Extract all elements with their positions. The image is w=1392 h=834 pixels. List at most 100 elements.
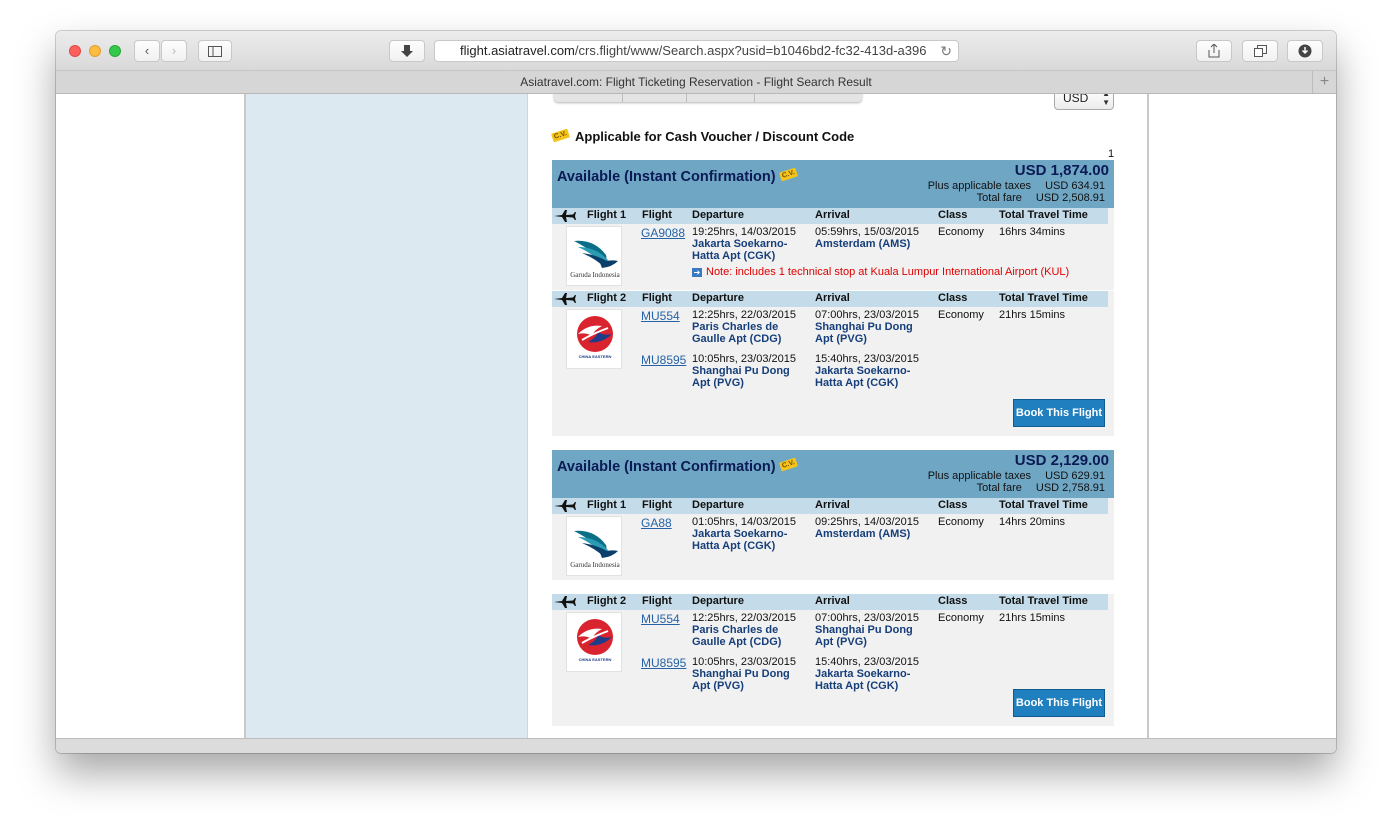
downloads-extension-button[interactable] <box>389 40 425 62</box>
arrival-cell: 05:59hrs, 15/03/2015 Amsterdam (AMS) <box>815 226 930 250</box>
tab-title[interactable]: Asiatravel.com: Flight Ticketing Reserva… <box>520 75 871 89</box>
arrival-cell: 15:40hrs, 23/03/2015 Jakarta Soekarno-Hat… <box>815 656 930 692</box>
filter-sidebar <box>246 94 528 738</box>
col-flight: Flight <box>642 209 672 221</box>
base-price: USD 2,129.00 <box>1014 452 1109 469</box>
col-class: Class <box>938 292 968 304</box>
zoom-window-button[interactable] <box>109 45 121 57</box>
col-flight: Flight <box>642 595 672 607</box>
flight-number-link[interactable]: MU8595 <box>641 656 686 670</box>
departure-time: 10:05hrs, 23/03/2015 <box>692 656 796 668</box>
status-bar <box>56 738 1336 753</box>
flight-number-link[interactable]: GA9088 <box>641 226 685 240</box>
cv-badge-icon: C.V. <box>551 128 570 143</box>
availability-status: Available (Instant Confirmation) C.V. <box>557 167 798 185</box>
arrow-right-icon: ➔ <box>692 268 702 277</box>
minimize-window-button[interactable] <box>89 45 101 57</box>
arrival-airport: Jakarta Soekarno-Hatta Apt (CGK) <box>815 668 911 692</box>
flight-result-card: Available (Instant Confirmation) C.V. USD … <box>552 450 1114 726</box>
flight-number-link[interactable]: MU554 <box>641 309 680 323</box>
flight-number-link[interactable]: GA88 <box>641 516 672 530</box>
leg-body: Garuda Indonesia GA9088 19:25hrs, 14/03/20… <box>552 224 1114 290</box>
airline-logo: Garuda Indonesia <box>566 226 622 286</box>
address-bar[interactable]: flight.asiatravel.com/crs.flight/www/Sea… <box>434 40 959 62</box>
technical-stop-note: ➔ Note: includes 1 technical stop at Kual… <box>692 266 1069 278</box>
departure-cell: 01:05hrs, 14/03/2015 Jakarta Soekarno-Hat… <box>692 516 807 552</box>
cv-badge-icon: C.V. <box>778 167 798 182</box>
plane-icon <box>554 596 576 608</box>
total-fare-label: Total fare <box>976 192 1022 204</box>
plane-icon <box>554 500 576 512</box>
flight-number-link[interactable]: MU554 <box>641 612 680 626</box>
travel-class: Economy <box>938 309 984 321</box>
downloads-button[interactable] <box>1287 40 1323 62</box>
download-arrow-icon <box>401 45 413 57</box>
plane-icon <box>554 293 576 305</box>
share-icon <box>1208 43 1220 58</box>
sidebar-icon <box>208 46 222 57</box>
voucher-notice: C.V. Applicable for Cash Voucher / Discou… <box>551 128 854 144</box>
departure-airport: Jakarta Soekarno-Hatta Apt (CGK) <box>692 528 788 552</box>
arrival-airport: Jakarta Soekarno-Hatta Apt (CGK) <box>815 365 911 389</box>
back-button[interactable]: ‹ <box>134 40 160 62</box>
col-travel-time: Total Travel Time <box>999 209 1088 221</box>
departure-time: 12:25hrs, 22/03/2015 <box>692 612 796 624</box>
sidebar-toggle-button[interactable] <box>198 40 232 62</box>
availability-status: Available (Instant Confirmation) C.V. <box>557 457 798 475</box>
col-class: Class <box>938 209 968 221</box>
departure-cell: 12:25hrs, 22/03/2015 Paris Charles de Gau… <box>692 309 807 345</box>
col-arrival: Arrival <box>815 499 850 511</box>
leg-body: CHINA EASTERN MU554 12:25hrs, 22/03/2015 Pa… <box>552 610 1114 698</box>
taxes-amount: USD 634.91 <box>1045 180 1105 192</box>
reload-icon[interactable]: ↻ <box>937 41 952 61</box>
share-button[interactable] <box>1196 40 1232 62</box>
flight-result-card: Available (Instant Confirmation) C.V. USD … <box>552 160 1114 436</box>
total-fare-line: Total fare USD 2,758.91 <box>977 482 1105 494</box>
col-flight: Flight <box>642 499 672 511</box>
tab-bar: Asiatravel.com: Flight Ticketing Reserva… <box>56 71 1336 94</box>
currency-select[interactable]: USD ▲▼ <box>1054 94 1114 110</box>
leg-title: Flight 2 <box>587 292 627 304</box>
tabs-icon <box>1253 45 1267 57</box>
arrival-airport: Amsterdam (AMS) <box>815 238 911 250</box>
arrival-cell: 09:25hrs, 14/03/2015 Amsterdam (AMS) <box>815 516 930 540</box>
book-this-flight-button[interactable]: Book This Flight <box>1013 689 1105 717</box>
select-arrows-icon: ▲▼ <box>1102 94 1110 107</box>
airline-logo: Garuda Indonesia <box>566 516 622 576</box>
taxes-amount: USD 629.91 <box>1045 470 1105 482</box>
airline-name: Garuda Indonesia <box>570 561 620 569</box>
new-tab-button[interactable]: + <box>1312 71 1336 93</box>
airline-name: CHINA EASTERN <box>578 354 612 359</box>
departure-airport: Jakarta Soekarno-Hatta Apt (CGK) <box>692 238 788 262</box>
flight-number-link[interactable]: MU8595 <box>641 353 686 367</box>
availability-text: Available (Instant Confirmation) <box>557 459 776 475</box>
arrival-airport: Amsterdam (AMS) <box>815 528 911 540</box>
arrival-cell: 07:00hrs, 23/03/2015 Shanghai Pu Dong Apt… <box>815 309 930 345</box>
tabs-overview-button[interactable] <box>1242 40 1278 62</box>
url-path: /crs.flight/www/Search.aspx?usid=b1046bd… <box>574 43 927 58</box>
leg-header: Flight 2 Flight Departure Arrival Class Total… <box>552 291 1108 307</box>
col-departure: Departure <box>692 292 744 304</box>
arrival-airport: Shanghai Pu Dong Apt (PVG) <box>815 321 913 345</box>
col-departure: Departure <box>692 499 744 511</box>
travel-class: Economy <box>938 516 984 528</box>
close-window-button[interactable] <box>69 45 81 57</box>
taxes-line: Plus applicable taxes USD 629.91 <box>928 470 1105 482</box>
book-this-flight-button[interactable]: Book This Flight <box>1013 399 1105 427</box>
results-panel: USD ▲▼ C.V. Applicable for Cash Voucher / … <box>528 94 1147 738</box>
sort-tabs[interactable] <box>554 94 862 102</box>
taxes-line: Plus applicable taxes USD 634.91 <box>928 180 1105 192</box>
travel-class: Economy <box>938 226 984 238</box>
total-fare-label: Total fare <box>976 482 1022 494</box>
airline-name: Garuda Indonesia <box>570 271 620 279</box>
departure-cell: 12:25hrs, 22/03/2015 Paris Charles de Gau… <box>692 612 807 648</box>
airline-name: CHINA EASTERN <box>578 657 612 662</box>
note-text: Note: includes 1 technical stop at Kuala… <box>706 266 1070 278</box>
leg-header: Flight 2 Flight Departure Arrival Class Total… <box>552 594 1108 610</box>
departure-time: 12:25hrs, 22/03/2015 <box>692 309 796 321</box>
page-number: 1 <box>1108 148 1115 160</box>
leg-title: Flight 1 <box>587 209 627 221</box>
col-departure: Departure <box>692 209 744 221</box>
forward-button[interactable]: › <box>161 40 187 62</box>
page-content: USD ▲▼ C.V. Applicable for Cash Voucher / … <box>56 94 1336 738</box>
